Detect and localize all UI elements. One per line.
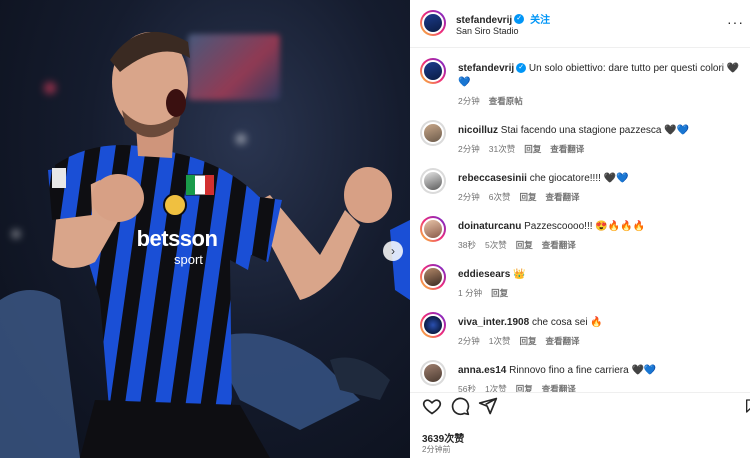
heart-icon[interactable] (422, 396, 442, 416)
comment-likes[interactable]: 1次赞 (489, 336, 511, 346)
author-avatar[interactable] (420, 58, 446, 84)
comment-username[interactable]: doinaturcanu (458, 221, 521, 232)
comment-icon[interactable] (450, 396, 470, 416)
comment-time: 2分钟 (458, 336, 480, 346)
comment-username[interactable]: anna.es14 (458, 365, 506, 376)
comment-likes[interactable]: 31次赞 (489, 144, 515, 154)
author-avatar[interactable] (420, 10, 446, 36)
share-icon[interactable] (478, 396, 498, 416)
reply-button[interactable]: 回复 (519, 336, 536, 346)
post-time: 2分钟前 (422, 445, 451, 454)
bookmark-icon[interactable] (744, 396, 750, 416)
commenter-avatar[interactable] (420, 168, 446, 194)
translate-button[interactable]: 查看翻译 (550, 144, 584, 154)
reply-button[interactable]: 回复 (516, 240, 533, 250)
jersey-sponsor: betsson (136, 226, 218, 251)
comment-likes[interactable]: 1次赞 (485, 384, 507, 392)
actions-divider (410, 392, 750, 393)
translate-button[interactable]: 查看翻译 (542, 240, 576, 250)
follow-button[interactable]: 关注 (530, 15, 550, 26)
commenter-avatar[interactable] (420, 120, 446, 146)
comment-time: 1 分钟 (458, 288, 483, 298)
comment-text: Pazzescoooo!!! 😍🔥🔥🔥 (524, 221, 646, 232)
verified-icon: ✓ (516, 63, 527, 74)
comment-likes[interactable]: 6次赞 (489, 192, 511, 202)
comment-text: Rinnovo fino a fine carriera 🖤💙 (509, 365, 657, 376)
comment-username[interactable]: viva_inter.1908 (458, 317, 529, 328)
comment-text: 👑 (513, 269, 526, 280)
post-header: stefandevrij ✓ 关注 San Siro Stadio ··· (410, 0, 750, 48)
comment-username[interactable]: nicoilluz (458, 125, 498, 136)
comment-text: che giocatore!!!! 🖤💙 (529, 173, 629, 184)
comments-list: stefandevrij ✓ Un solo obiettivo: dare tu… (410, 56, 750, 392)
comment-time: 2分钟 (458, 144, 480, 154)
commenter-avatar[interactable] (420, 216, 446, 242)
comment-text: Stai facendo una stagione pazzesca 🖤💙 (500, 125, 690, 136)
post-actions (422, 396, 750, 420)
next-image-button[interactable]: › (383, 241, 403, 261)
comment-time: 38秒 (458, 240, 476, 250)
see-original-button[interactable]: 查看原帖 (489, 96, 523, 106)
comment-username[interactable]: rebeccasesinii (458, 173, 527, 184)
comment-username[interactable]: eddiesears (458, 269, 510, 280)
author-username[interactable]: stefandevrij (456, 15, 512, 26)
comment-time: 2分钟 (458, 192, 480, 202)
caption-username[interactable]: stefandevrij (458, 63, 514, 74)
more-options-icon[interactable]: ··· (727, 14, 744, 30)
jersey-sponsor-sub: sport (174, 252, 203, 267)
caption-time: 2分钟 (458, 96, 480, 106)
comment-text: che cosa sei 🔥 (531, 317, 603, 328)
translate-button[interactable]: 查看翻译 (545, 192, 579, 202)
reply-button[interactable]: 回复 (491, 288, 508, 298)
verified-icon: ✓ (514, 13, 525, 24)
commenter-avatar[interactable] (420, 312, 446, 338)
translate-button[interactable]: 查看翻译 (542, 384, 576, 392)
translate-button[interactable]: 查看翻译 (545, 336, 579, 346)
reply-button[interactable]: 回复 (519, 192, 536, 202)
commenter-avatar[interactable] (420, 360, 446, 386)
post-photo: betsson sport › (0, 0, 410, 458)
likes-count[interactable]: 3639次赞 (422, 430, 464, 445)
post-location[interactable]: San Siro Stadio (456, 26, 519, 36)
reply-button[interactable]: 回复 (524, 144, 541, 154)
commenter-avatar[interactable] (420, 264, 446, 290)
post-side-panel: stefandevrij ✓ 关注 San Siro Stadio ··· stef… (410, 0, 750, 458)
comment-time: 56秒 (458, 384, 476, 392)
reply-button[interactable]: 回复 (516, 384, 533, 392)
comment-likes[interactable]: 5次赞 (485, 240, 507, 250)
